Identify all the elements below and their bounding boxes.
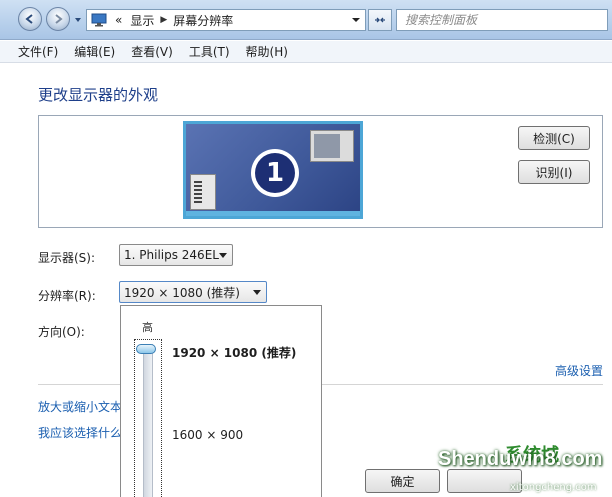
monitor-arrangement-panel: 1 检测(C) 识别(I) bbox=[38, 115, 603, 228]
arrow-left-icon bbox=[25, 14, 33, 24]
watermark-url: xitongcheng.com bbox=[510, 482, 597, 493]
refresh-icon bbox=[375, 17, 385, 23]
monitor-1-thumbnail[interactable]: 1 bbox=[183, 121, 363, 219]
chevron-down-icon bbox=[219, 253, 227, 258]
slider-high-label: 高 bbox=[142, 321, 153, 334]
resolution-select[interactable]: 1920 × 1080 (推荐) bbox=[119, 281, 267, 303]
display-select-value: 1. Philips 246EL bbox=[124, 248, 219, 262]
back-button[interactable] bbox=[18, 7, 42, 31]
resolution-dropdown-panel: 高 1920 × 1080 (推荐) 1600 × 900 bbox=[120, 305, 322, 497]
display-select[interactable]: 1. Philips 246EL bbox=[119, 244, 233, 266]
watermark-logo: Shenduwin8.com bbox=[438, 448, 603, 470]
address-field[interactable]: « 显示 ▶ 屏幕分辨率 bbox=[86, 9, 366, 31]
forward-button[interactable] bbox=[46, 7, 70, 31]
resolution-slider-thumb[interactable] bbox=[136, 344, 156, 354]
ok-button[interactable]: 确定 bbox=[365, 469, 440, 493]
search-input[interactable] bbox=[405, 13, 585, 27]
chevron-down-icon bbox=[253, 290, 261, 295]
which-settings-link[interactable]: 我应该选择什么 bbox=[38, 424, 122, 441]
refresh-button[interactable] bbox=[368, 9, 392, 31]
breadcrumb-prefix[interactable]: « bbox=[115, 13, 122, 27]
resolution-select-value: 1920 × 1080 (推荐) bbox=[124, 285, 240, 300]
detect-button[interactable]: 检测(C) bbox=[518, 126, 590, 150]
display-icon bbox=[91, 13, 107, 27]
resolution-label: 分辨率(R): bbox=[38, 289, 96, 303]
monitor-number: 1 bbox=[255, 153, 295, 193]
resolution-option-1600x900[interactable]: 1600 × 900 bbox=[172, 428, 243, 442]
page-title: 更改显示器的外观 bbox=[38, 86, 159, 104]
breadcrumb-screen-resolution[interactable]: 屏幕分辨率 bbox=[173, 12, 233, 29]
document-preview-icon bbox=[190, 174, 216, 210]
orientation-label: 方向(O): bbox=[38, 325, 85, 339]
breadcrumb-separator-icon[interactable]: ▶ bbox=[160, 15, 167, 25]
search-box[interactable] bbox=[396, 9, 608, 31]
address-dropdown-icon[interactable] bbox=[351, 15, 361, 25]
recent-pages-dropdown-icon[interactable] bbox=[74, 16, 82, 24]
menu-file[interactable]: 文件(F) bbox=[18, 43, 58, 60]
menu-view[interactable]: 查看(V) bbox=[131, 43, 173, 60]
menu-bar: 文件(F) 编辑(E) 查看(V) 工具(T) 帮助(H) bbox=[0, 41, 612, 63]
arrow-right-icon bbox=[55, 14, 63, 24]
address-toolbar: « 显示 ▶ 屏幕分辨率 bbox=[0, 0, 612, 40]
resolution-slider-track[interactable] bbox=[143, 344, 153, 497]
resolution-option-1920x1080[interactable]: 1920 × 1080 (推荐) bbox=[172, 344, 296, 361]
display-label: 显示器(S): bbox=[38, 251, 96, 265]
identify-button[interactable]: 识别(I) bbox=[518, 160, 590, 184]
menu-help[interactable]: 帮助(H) bbox=[246, 43, 288, 60]
scale-text-link[interactable]: 放大或缩小文本 bbox=[38, 398, 122, 415]
taskbar-preview bbox=[186, 211, 360, 216]
breadcrumb-display[interactable]: 显示 bbox=[130, 12, 154, 29]
window-preview-icon bbox=[310, 130, 354, 162]
advanced-settings-link[interactable]: 高级设置 bbox=[555, 362, 603, 379]
monitor-number-badge: 1 bbox=[251, 149, 299, 197]
menu-tools[interactable]: 工具(T) bbox=[189, 43, 230, 60]
menu-edit[interactable]: 编辑(E) bbox=[74, 43, 115, 60]
